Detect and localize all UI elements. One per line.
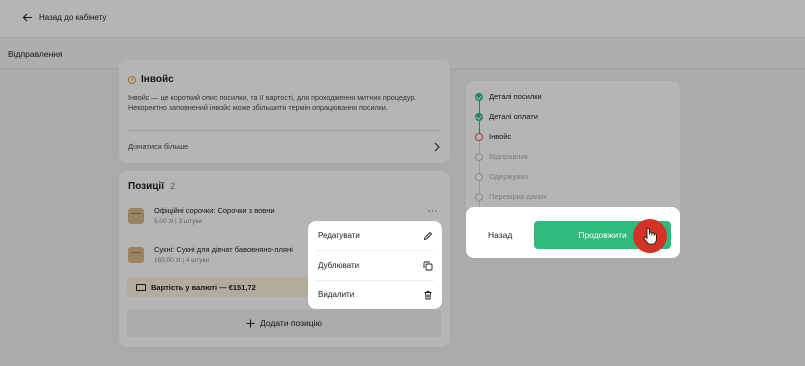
item-context-menu: Редагувати Дублювати Видалити (308, 221, 442, 309)
modal-backdrop[interactable] (0, 0, 805, 366)
menu-duplicate-label: Дублювати (318, 261, 360, 270)
back-button[interactable]: Назад (488, 230, 512, 240)
menu-item-edit[interactable]: Редагувати (308, 221, 442, 250)
pencil-icon (423, 231, 433, 240)
menu-delete-label: Видалити (318, 290, 355, 299)
menu-item-delete[interactable]: Видалити (308, 280, 442, 309)
menu-edit-label: Редагувати (318, 231, 360, 240)
continue-label: Продовжити (578, 230, 627, 240)
menu-item-duplicate[interactable]: Дублювати (308, 251, 442, 280)
copy-icon (423, 261, 433, 270)
pointer-hand-icon (633, 219, 667, 253)
trash-icon (424, 290, 432, 299)
